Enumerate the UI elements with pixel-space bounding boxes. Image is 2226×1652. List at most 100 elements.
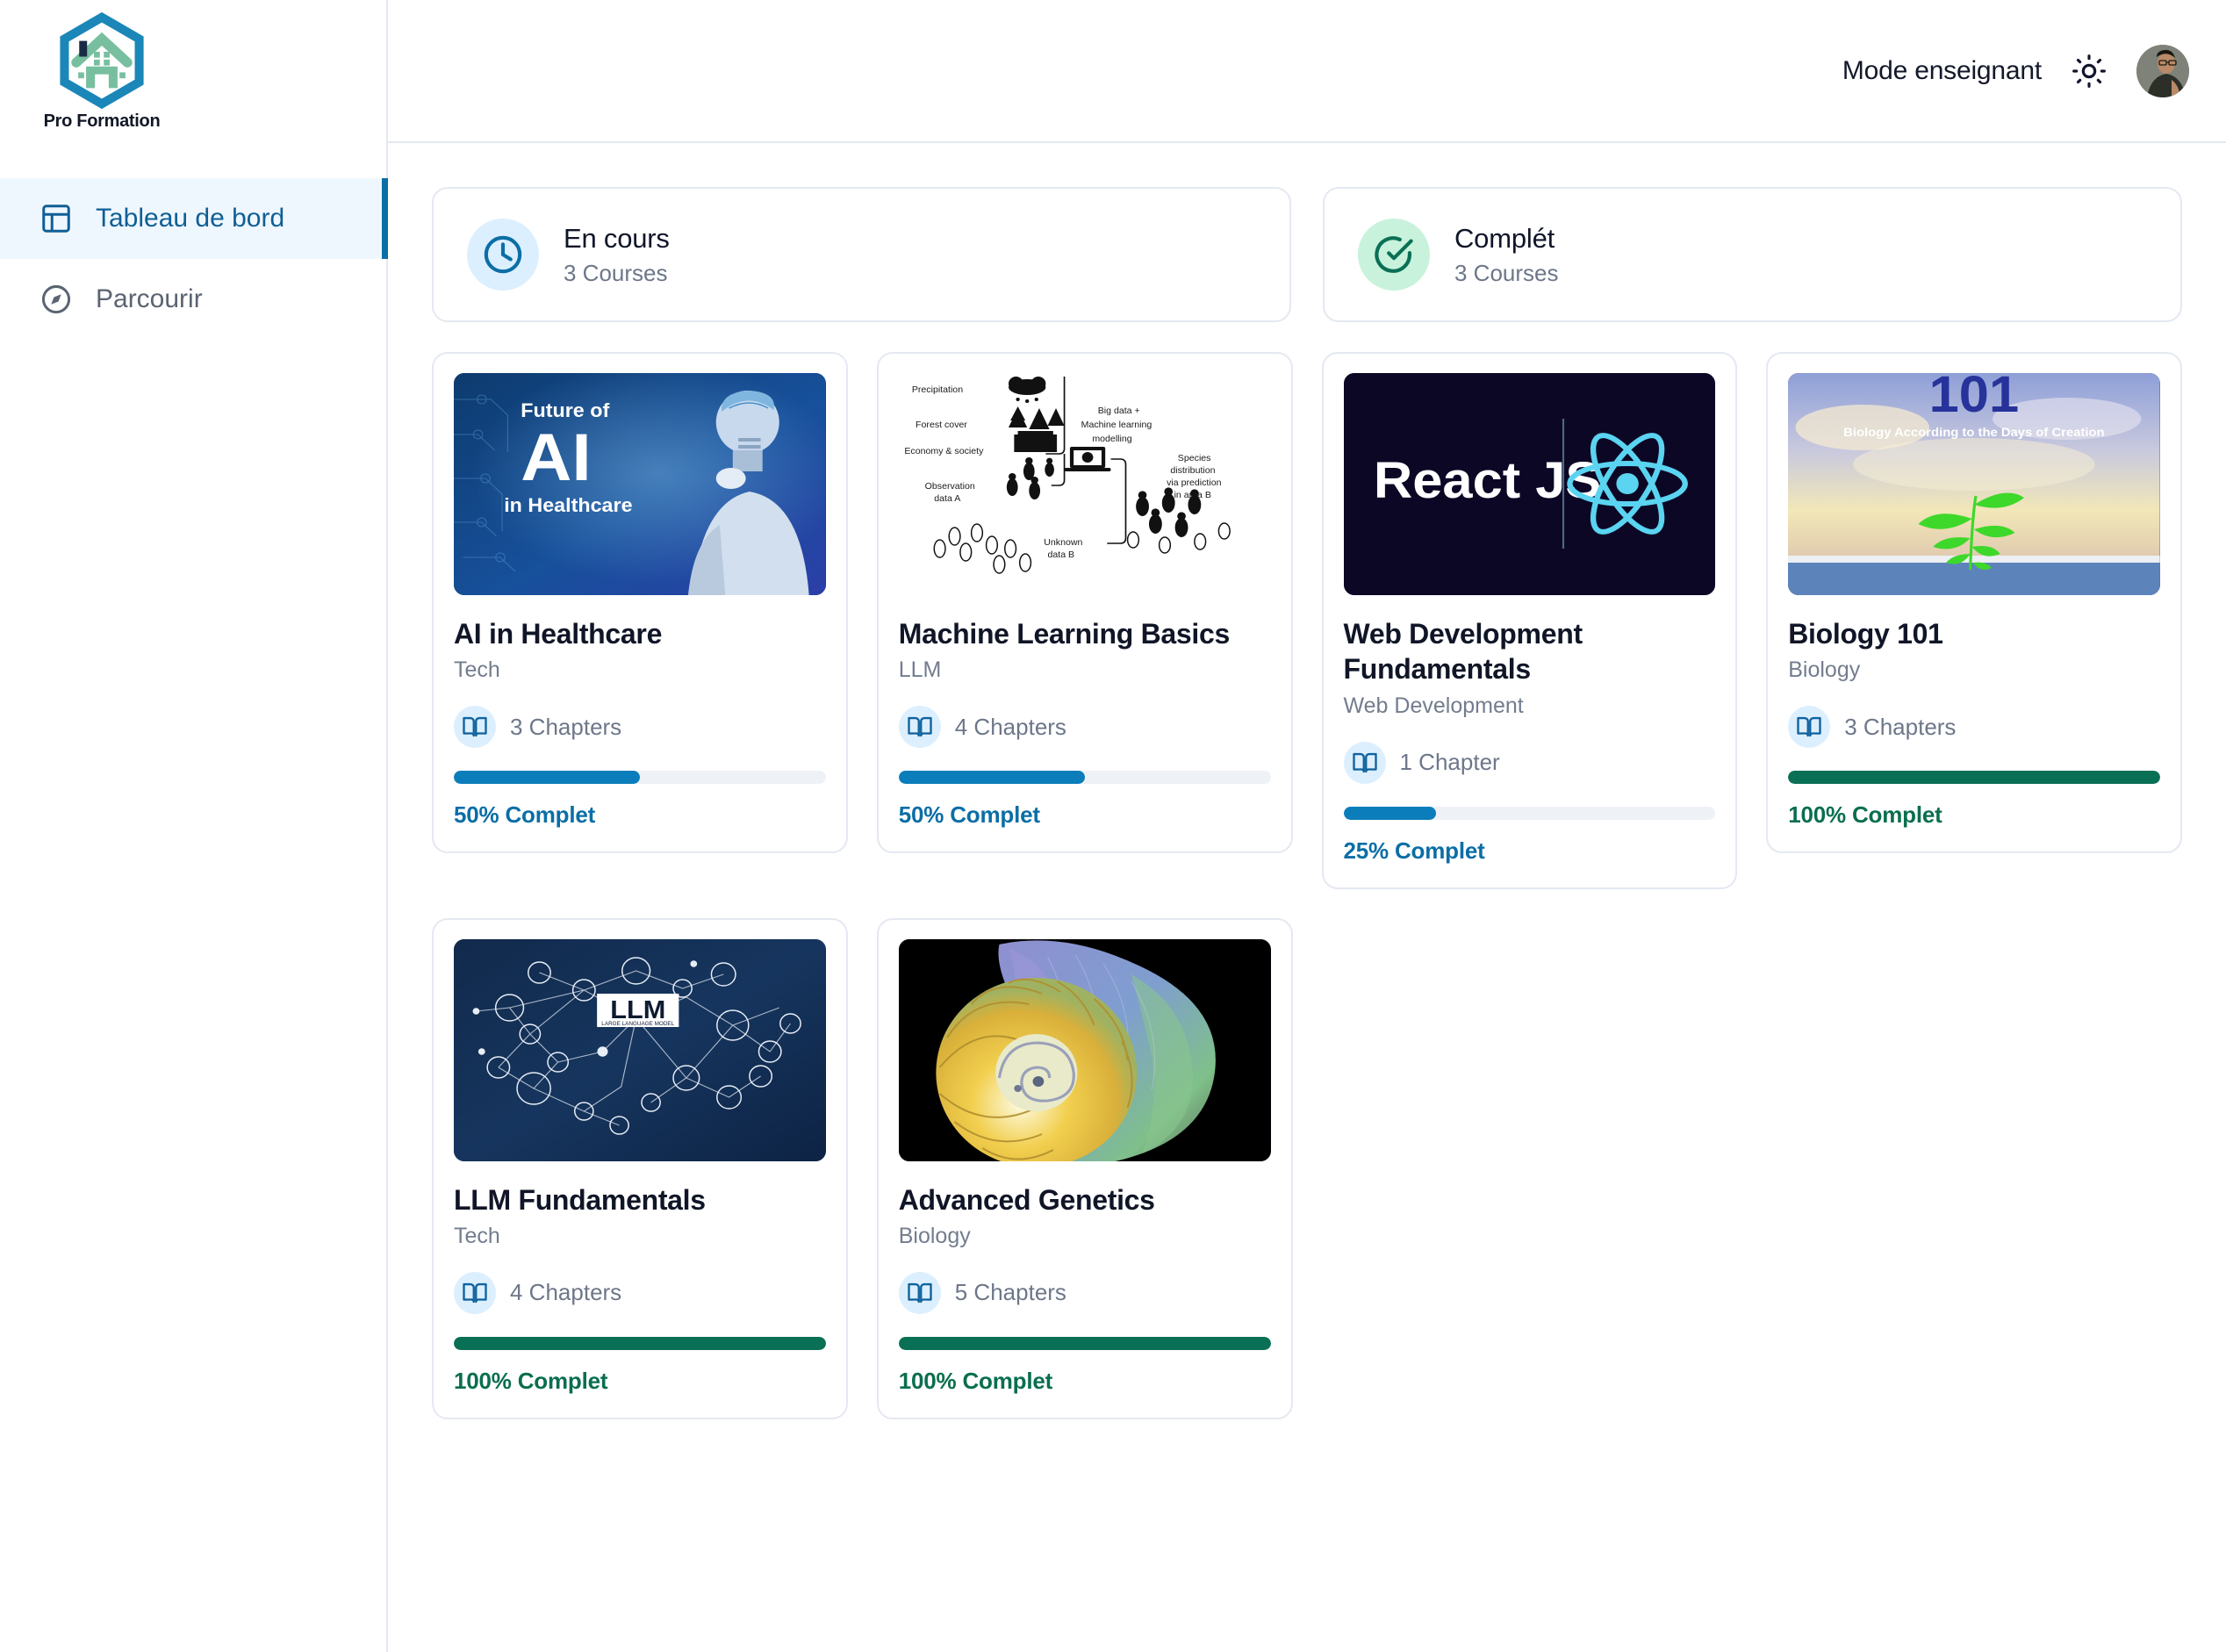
user-avatar-icon [2136,45,2189,97]
course-card[interactable]: React JS Web Development Fundamentals We… [1322,352,1738,889]
course-title: LLM Fundamentals [454,1182,826,1217]
book-open-icon-bubble [454,1272,496,1314]
brand-logo[interactable]: Pro Formation [0,0,386,143]
svg-text:AI: AI [521,420,592,494]
course-card[interactable]: Future of AI in Healthcare [432,352,848,853]
book-open-icon-bubble [899,706,941,748]
course-title: Biology 101 [1788,616,2160,651]
course-thumbnail-nautilus [899,939,1271,1161]
nautilus-shell-thumb-icon [899,939,1271,1161]
progress-bar-fill [1788,771,2160,784]
chapters-row: 3 Chapters [1788,706,2160,748]
topbar: Mode enseignant [388,0,2226,143]
chapters-row: 5 Chapters [899,1272,1271,1314]
course-title: Machine Learning Basics [899,616,1271,651]
stat-title: Complét [1454,223,1559,255]
book-open-icon [907,1280,933,1306]
svg-text:Economy & society: Economy & society [904,447,984,456]
reactjs-thumb-icon: React JS [1344,373,1716,595]
svg-text:data A: data A [934,494,960,504]
svg-text:Precipitation: Precipitation [912,385,964,395]
ai-healthcare-thumb-icon: Future of AI in Healthcare [454,373,826,595]
sidebar: Pro Formation Tableau de bord Parcourir [0,0,388,1652]
progress-bar [1344,807,1716,820]
course-category: Web Development [1344,693,1716,719]
sidebar-item-label: Tableau de bord [96,204,284,233]
brand-name: Pro Formation [44,111,161,132]
progress-bar [454,771,826,784]
progress-label: 50% Complet [454,801,826,829]
stat-title: En cours [564,223,670,255]
house-hexagon-logo-icon [53,11,151,110]
progress-bar-fill [454,771,640,784]
chapters-row: 3 Chapters [454,706,826,748]
progress-label: 50% Complet [899,801,1271,829]
sidebar-item-label: Parcourir [96,284,203,314]
course-category: LLM [899,657,1271,683]
progress-bar-fill [454,1337,826,1350]
svg-text:Observation: Observation [924,482,974,492]
course-card[interactable]: LLM LARGE LANGUAGE MODEL LLM Fundamental… [432,918,848,1419]
chapters-count-label: 4 Chapters [510,1279,621,1306]
chapters-row: 4 Chapters [454,1272,826,1314]
main-area: Mode enseignant [388,0,2226,1652]
svg-text:Machine learning: Machine learning [1081,420,1152,430]
course-category: Biology [1788,657,2160,683]
course-thumbnail-ai-healthcare: Future of AI in Healthcare [454,373,826,595]
svg-text:101: 101 [1929,373,2020,423]
check-circle-icon [1372,233,1416,277]
chapters-count-label: 3 Chapters [1844,714,1956,741]
stat-card-complet[interactable]: Complét 3 Courses [1323,187,2182,322]
stat-subtitle: 3 Courses [564,260,670,287]
book-open-icon [907,714,933,740]
ml-diagram-thumb-icon: Precipitation Forest cover Economy & soc… [899,373,1271,595]
progress-label: 25% Complet [1344,837,1716,865]
course-card[interactable]: 101 Biology According to the Days of Cre… [1766,352,2182,853]
avatar[interactable] [2136,45,2189,97]
llm-network-thumb-icon: LLM LARGE LANGUAGE MODEL [454,939,826,1161]
sidebar-item-parcourir[interactable]: Parcourir [0,259,386,340]
progress-bar [454,1337,826,1350]
svg-text:Biology According to the Days: Biology According to the Days of Creatio… [1843,426,2104,440]
progress-bar [1788,771,2160,784]
chapters-row: 4 Chapters [899,706,1271,748]
progress-bar [899,1337,1271,1350]
compass-icon [39,283,73,316]
stat-card-en-cours[interactable]: En cours 3 Courses [432,187,1291,322]
svg-text:Future of: Future of [521,399,609,421]
stat-subtitle: 3 Courses [1454,260,1559,287]
course-thumbnail-llm-network: LLM LARGE LANGUAGE MODEL [454,939,826,1161]
course-card[interactable]: Advanced Genetics Biology 5 Chapters [877,918,1293,1419]
course-card[interactable]: Precipitation Forest cover Economy & soc… [877,352,1293,853]
sidebar-item-tableau-de-bord[interactable]: Tableau de bord [0,178,386,259]
stats-row: En cours 3 Courses Complét 3 Courses [432,187,2182,322]
book-open-icon [462,1280,488,1306]
book-open-icon-bubble [1788,706,1830,748]
book-open-icon [1796,714,1822,740]
svg-text:LLM: LLM [610,995,665,1024]
course-category: Tech [454,657,826,683]
biology101-thumb-icon: 101 Biology According to the Days of Cre… [1788,373,2160,595]
chapters-count-label: 1 Chapter [1400,749,1500,776]
chapters-count-label: 4 Chapters [955,714,1066,741]
course-title: Advanced Genetics [899,1182,1271,1217]
course-thumbnail-reactjs: React JS [1344,373,1716,595]
course-category: Tech [454,1224,826,1249]
sun-icon[interactable] [2072,54,2107,89]
svg-text:data B: data B [1047,550,1074,560]
progress-bar-fill [899,1337,1271,1350]
courses-grid: Future of AI in Healthcare [432,352,2182,1419]
course-thumbnail-ml-diagram: Precipitation Forest cover Economy & soc… [899,373,1271,595]
course-category: Biology [899,1224,1271,1249]
book-open-icon-bubble [899,1272,941,1314]
clock-icon [481,233,525,277]
progress-bar [899,771,1271,784]
chapters-count-label: 5 Chapters [955,1279,1066,1306]
book-open-icon-bubble [1344,742,1386,784]
course-thumbnail-biology101: 101 Biology According to the Days of Cre… [1788,373,2160,595]
teacher-mode-label[interactable]: Mode enseignant [1842,56,2042,86]
svg-text:Forest cover: Forest cover [916,420,967,430]
course-title: Web Development Fundamentals [1344,616,1716,687]
layout-dashboard-icon [39,202,73,235]
svg-text:LARGE LANGUAGE MODEL: LARGE LANGUAGE MODEL [601,1021,674,1027]
